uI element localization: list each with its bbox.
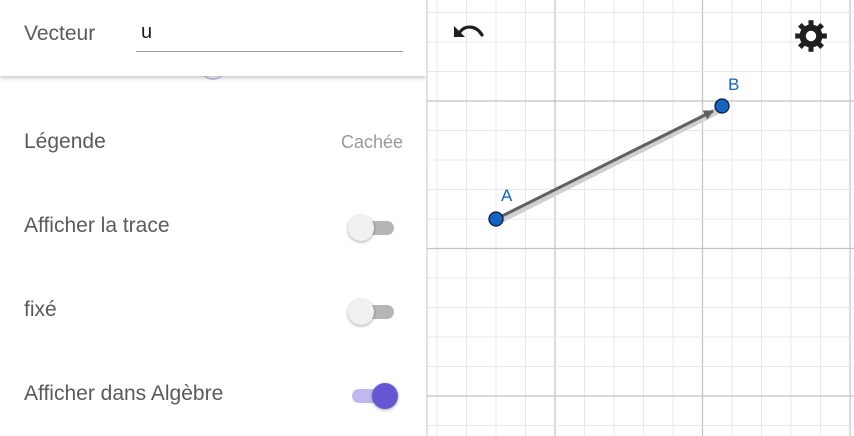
gear-icon — [795, 20, 827, 52]
name-input-value[interactable]: u — [141, 21, 152, 44]
name-input[interactable]: u — [136, 16, 403, 52]
show-in-algebra-toggle-thumb[interactable] — [372, 383, 398, 409]
object-properties-panel: Vecteur u Légende Cachée Afficher la tra… — [0, 0, 426, 436]
point-b[interactable] — [714, 98, 730, 114]
undo-button[interactable] — [451, 20, 487, 50]
caption-label: Légende — [24, 130, 106, 153]
vector-u[interactable] — [495, 109, 714, 221]
vector-u-highlight — [492, 105, 725, 226]
fixed-row: fixé — [0, 290, 426, 330]
graphics-view[interactable]: A B — [427, 0, 854, 436]
undo-icon — [454, 25, 484, 37]
fixed-label: fixé — [24, 298, 57, 321]
fixed-toggle-thumb[interactable] — [348, 299, 374, 325]
point-b-label: B — [728, 75, 740, 94]
show-trace-label: Afficher la trace — [24, 214, 170, 237]
caption-value[interactable]: Cachée — [341, 132, 403, 153]
point-a[interactable] — [488, 211, 504, 227]
fixed-toggle[interactable] — [348, 298, 394, 325]
show-trace-row: Afficher la trace — [0, 206, 426, 246]
name-header: Vecteur u — [0, 0, 426, 76]
show-in-algebra-row: Afficher dans Algèbre — [0, 374, 426, 414]
caption-row[interactable]: Légende Cachée — [0, 122, 426, 162]
geometry-layer — [488, 98, 730, 227]
name-label: Vecteur — [24, 22, 96, 45]
show-trace-toggle[interactable] — [348, 214, 394, 241]
settings-button[interactable] — [791, 16, 831, 56]
point-a-label: A — [501, 186, 513, 205]
show-trace-toggle-thumb[interactable] — [348, 215, 374, 241]
show-in-algebra-label: Afficher dans Algèbre — [24, 382, 224, 405]
show-in-algebra-toggle[interactable] — [352, 382, 398, 409]
